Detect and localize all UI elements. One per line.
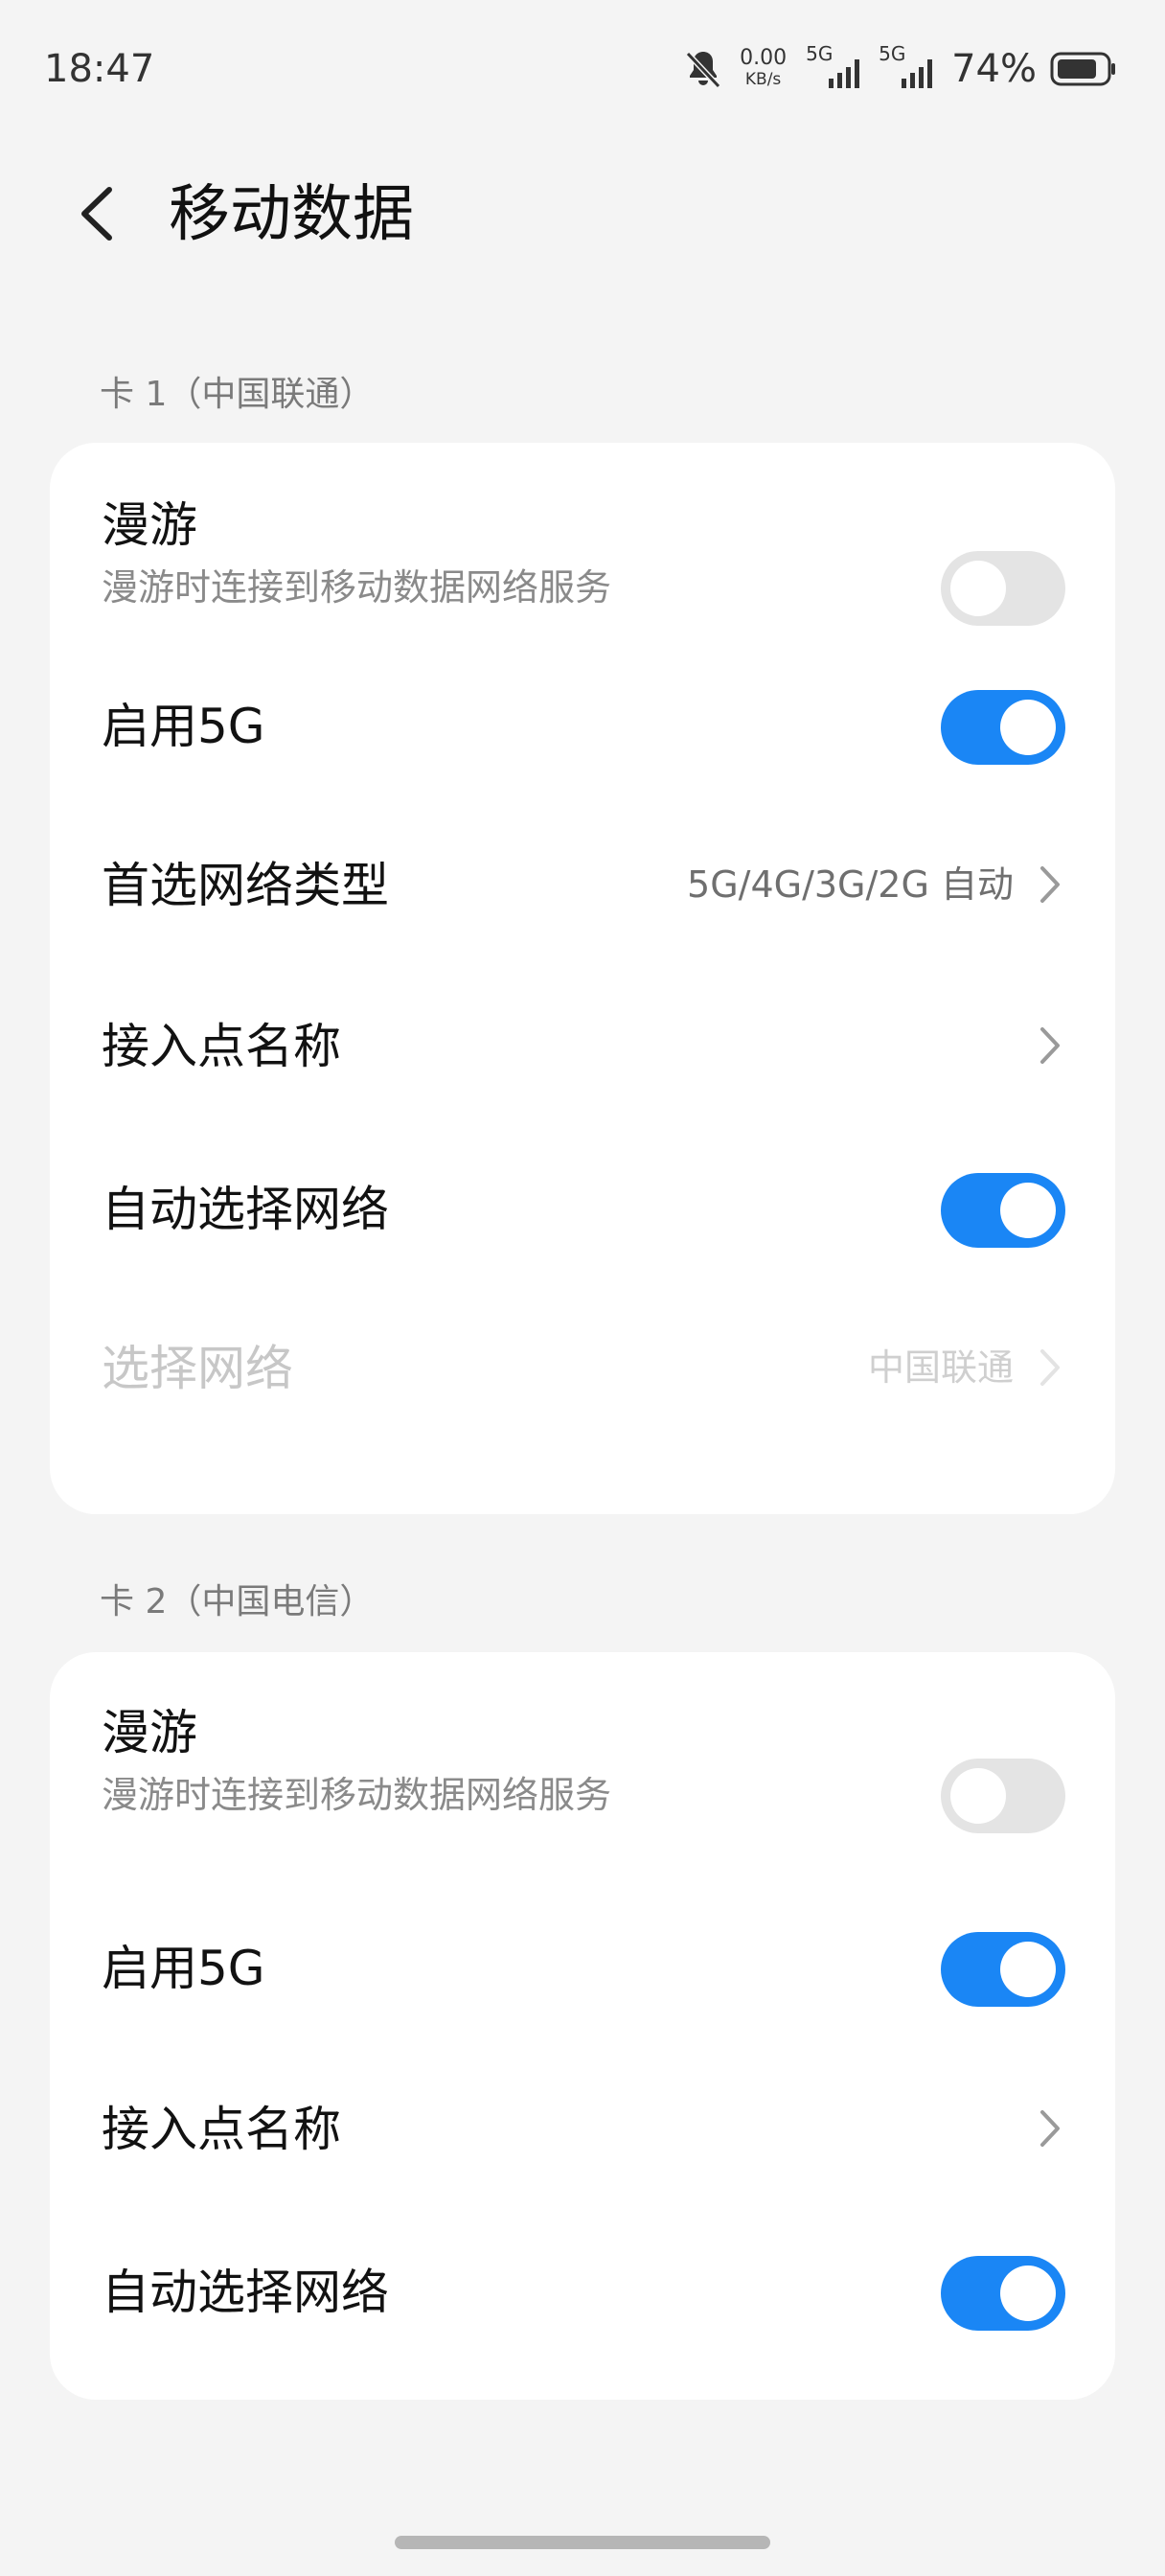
signal-bars-icon	[902, 59, 933, 88]
status-time: 18:47	[44, 47, 155, 91]
auto-select-network-toggle[interactable]	[941, 2256, 1065, 2331]
toggle-knob	[1000, 700, 1056, 755]
chevron-right-icon	[1040, 1349, 1060, 1386]
toggle-knob	[950, 1768, 1006, 1824]
app-header: 移动数据	[0, 153, 1165, 268]
status-icons: 0.00 KB/s 5G 5G 74%	[680, 38, 1117, 100]
setting-title: 选择网络	[102, 1341, 293, 1396]
enable-5g-toggle[interactable]	[941, 690, 1065, 765]
setting-row-apn[interactable]: 接入点名称	[50, 2095, 1115, 2229]
chevron-right-icon	[1040, 1027, 1060, 1064]
settings-card-sim1: 漫游 漫游时连接到移动数据网络服务 启用5G 首选网络类型 5G/4G/3G/2…	[50, 443, 1115, 1514]
setting-row-apn[interactable]: 接入点名称	[50, 1012, 1115, 1146]
sim1-signal: 5G	[806, 42, 865, 94]
setting-value: 中国联通	[867, 1346, 1014, 1389]
network-speed: 0.00 KB/s	[740, 48, 787, 90]
setting-row-select-network: 选择网络 中国联通	[50, 1338, 1115, 1472]
setting-title: 首选网络类型	[102, 858, 389, 913]
bell-muted-icon	[685, 51, 721, 89]
network-speed-value: 0.00	[740, 46, 788, 70]
setting-title: 自动选择网络	[102, 2265, 389, 2320]
enable-5g-toggle[interactable]	[941, 1932, 1065, 2007]
setting-title: 接入点名称	[102, 1019, 341, 1074]
toggle-knob	[1000, 1183, 1056, 1238]
setting-title: 启用5G	[102, 699, 265, 754]
chevron-right-icon	[1040, 2110, 1060, 2147]
setting-row-auto-select-network[interactable]: 自动选择网络	[50, 1173, 1115, 1307]
signal-bars-icon	[829, 59, 860, 88]
toggle-knob	[950, 561, 1006, 616]
back-arrow-icon[interactable]	[71, 182, 128, 245]
home-indicator[interactable]	[395, 2536, 770, 2549]
settings-card-sim2: 漫游 漫游时连接到移动数据网络服务 启用5G 接入点名称 自动选择网络	[50, 1652, 1115, 2400]
setting-title: 漫游	[102, 1705, 197, 1760]
chevron-right-icon	[1040, 866, 1060, 903]
setting-title: 自动选择网络	[102, 1182, 389, 1237]
auto-select-network-toggle[interactable]	[941, 1173, 1065, 1248]
page-title: 移动数据	[169, 179, 414, 250]
toggle-knob	[1000, 1942, 1056, 1997]
roaming-toggle[interactable]	[941, 551, 1065, 626]
setting-row-preferred-network-type[interactable]: 首选网络类型 5G/4G/3G/2G 自动	[50, 851, 1115, 985]
setting-row-enable-5g[interactable]: 启用5G	[50, 690, 1115, 824]
sim2-signal: 5G	[879, 42, 938, 94]
battery-percent: 74%	[951, 47, 1037, 91]
setting-row-auto-select-network[interactable]: 自动选择网络	[50, 2256, 1115, 2390]
section-label-sim1: 卡 1（中国联通）	[100, 375, 375, 414]
setting-title: 漫游	[102, 497, 197, 553]
setting-row-enable-5g[interactable]: 启用5G	[50, 1932, 1115, 2066]
status-bar: 18:47 0.00 KB/s 5G 5G 74%	[0, 0, 1165, 134]
section-label-sim2: 卡 2（中国电信）	[100, 1582, 375, 1622]
roaming-toggle[interactable]	[941, 1759, 1065, 1833]
setting-title: 启用5G	[102, 1941, 265, 1996]
setting-row-roaming[interactable]: 漫游 漫游时连接到移动数据网络服务	[50, 1702, 1115, 1836]
setting-value: 5G/4G/3G/2G 自动	[687, 863, 1014, 906]
toggle-knob	[1000, 2266, 1056, 2321]
network-speed-unit: KB/s	[744, 70, 782, 89]
battery-icon	[1050, 52, 1115, 86]
setting-subtitle: 漫游时连接到移动数据网络服务	[102, 566, 612, 609]
setting-subtitle: 漫游时连接到移动数据网络服务	[102, 1774, 612, 1816]
setting-row-roaming[interactable]: 漫游 漫游时连接到移动数据网络服务	[50, 494, 1115, 629]
setting-title: 接入点名称	[102, 2102, 341, 2157]
